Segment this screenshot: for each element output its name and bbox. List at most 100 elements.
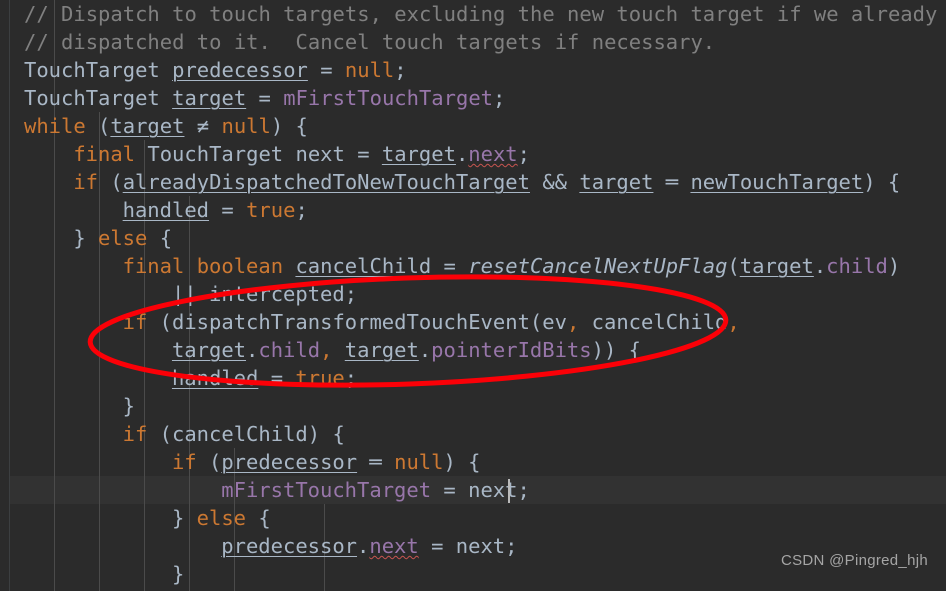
code-token: = next;	[431, 478, 530, 502]
code-token: =	[209, 198, 247, 222]
code-token: while	[24, 114, 86, 138]
code-token: cancelChild	[579, 310, 728, 334]
code-token: handled	[171, 366, 259, 390]
code-token: boolean	[196, 254, 284, 278]
code-line[interactable]: } else {	[0, 224, 172, 252]
code-token: TouchTarget next =	[135, 142, 382, 166]
code-line[interactable]: handled = true;	[0, 196, 308, 224]
code-token: ;	[344, 366, 358, 390]
code-line[interactable]: mFirstTouchTarget = next;	[0, 476, 530, 504]
code-token: {	[246, 506, 271, 530]
code-token: ;	[493, 86, 506, 110]
code-token: cancelChild	[295, 254, 432, 278]
code-token: null	[221, 114, 271, 138]
code-token: target	[110, 114, 185, 138]
code-token: (dispatchTransformedTouchEvent(ev	[147, 310, 567, 334]
code-token: }	[73, 226, 98, 250]
code-token: child	[258, 338, 321, 362]
code-token: }	[171, 562, 185, 586]
code-token: pointerIdBits	[431, 338, 592, 362]
code-token: ,	[320, 338, 333, 362]
code-token: (	[727, 254, 740, 278]
code-token: ,	[566, 310, 580, 334]
text-caret	[508, 479, 510, 503]
code-token: ;	[517, 142, 530, 166]
code-token: ≠	[184, 114, 222, 138]
code-token: (	[98, 170, 123, 194]
code-editor-screenshot: // Dispatch to touch targets, excluding …	[0, 0, 946, 591]
code-token: ═	[357, 450, 395, 474]
code-token: .	[246, 338, 259, 362]
code-line[interactable]: TouchTarget target = mFirstTouchTarget;	[0, 84, 505, 112]
code-token: if	[73, 170, 98, 194]
code-token: .	[418, 338, 432, 362]
code-line[interactable]: while (target ≠ null) {	[0, 112, 308, 140]
code-line[interactable]: }	[0, 392, 135, 420]
code-token: TouchTarget	[24, 58, 173, 82]
code-line[interactable]: final boolean cancelChild = resetCancelN…	[0, 252, 901, 280]
code-token: =	[258, 366, 296, 390]
code-token: ═	[653, 170, 691, 194]
code-line[interactable]: // Dispatch to touch targets, excluding …	[0, 0, 937, 28]
code-token: ;	[295, 198, 308, 222]
code-token: }	[171, 506, 197, 530]
code-token: if	[122, 422, 148, 446]
code-line[interactable]: }	[0, 560, 184, 588]
code-token: final	[73, 142, 136, 166]
code-token: target	[172, 86, 247, 110]
code-token: .	[813, 254, 827, 278]
code-token: target	[171, 338, 247, 362]
csdn-watermark: CSDN @Pingred_hjh	[780, 552, 928, 569]
code-token: mFirstTouchTarget	[283, 86, 494, 110]
code-token: )) {	[591, 338, 641, 362]
code-token: handled	[122, 198, 210, 222]
code-content[interactable]: // Dispatch to touch targets, excluding …	[0, 0, 946, 591]
code-token: ) {	[443, 450, 481, 474]
code-token: {	[147, 226, 173, 250]
code-line[interactable]: if (dispatchTransformedTouchEvent(ev, ca…	[0, 308, 740, 336]
code-token: .	[357, 534, 370, 558]
code-token: true	[295, 366, 345, 390]
code-token: mFirstTouchTarget	[221, 478, 432, 502]
code-token: ) {	[270, 114, 308, 138]
code-token: // dispatched to it. Cancel touch target…	[24, 30, 716, 54]
code-token: target	[381, 142, 456, 166]
code-token: alreadyDispatchedToNewTouchTarget	[122, 170, 530, 194]
code-token: }	[122, 394, 135, 418]
code-token: =	[246, 86, 284, 110]
code-line[interactable]: if (cancelChild) {	[0, 420, 345, 448]
code-line[interactable]: } else {	[0, 504, 271, 532]
code-token: target	[579, 170, 654, 194]
code-token: if	[122, 310, 148, 334]
code-token: &&	[529, 170, 580, 194]
code-line[interactable]: if (predecessor ═ null) {	[0, 448, 481, 476]
code-token: = next;	[418, 534, 518, 558]
code-line[interactable]: predecessor.next = next;	[0, 532, 518, 560]
code-token: =	[431, 254, 469, 278]
code-line[interactable]: if (alreadyDispatchedToNewTouchTarget &&…	[0, 168, 900, 196]
code-line[interactable]: // dispatched to it. Cancel touch target…	[0, 28, 715, 56]
code-token: next	[468, 142, 518, 166]
code-token: if	[171, 450, 197, 474]
code-token: =	[307, 58, 345, 82]
code-token: null	[394, 450, 444, 474]
code-token: null	[344, 58, 395, 82]
code-line[interactable]: target.child, target.pointerIdBits)) {	[0, 336, 641, 364]
code-line[interactable]: || intercepted;	[0, 280, 357, 308]
code-token: (	[196, 450, 222, 474]
code-token: )	[887, 254, 901, 278]
code-token: final	[122, 254, 185, 278]
code-line[interactable]: TouchTarget predecessor = null;	[0, 56, 407, 84]
code-token: ,	[727, 310, 740, 334]
code-line[interactable]: final TouchTarget next = target.next;	[0, 140, 530, 168]
code-token: target	[739, 254, 814, 278]
code-line[interactable]: handled = true;	[0, 364, 357, 392]
code-token: predecessor	[221, 534, 358, 558]
code-token: predecessor	[172, 58, 308, 82]
code-token: true	[246, 198, 296, 222]
code-token: else	[98, 226, 148, 250]
code-token: || intercepted;	[171, 282, 358, 306]
